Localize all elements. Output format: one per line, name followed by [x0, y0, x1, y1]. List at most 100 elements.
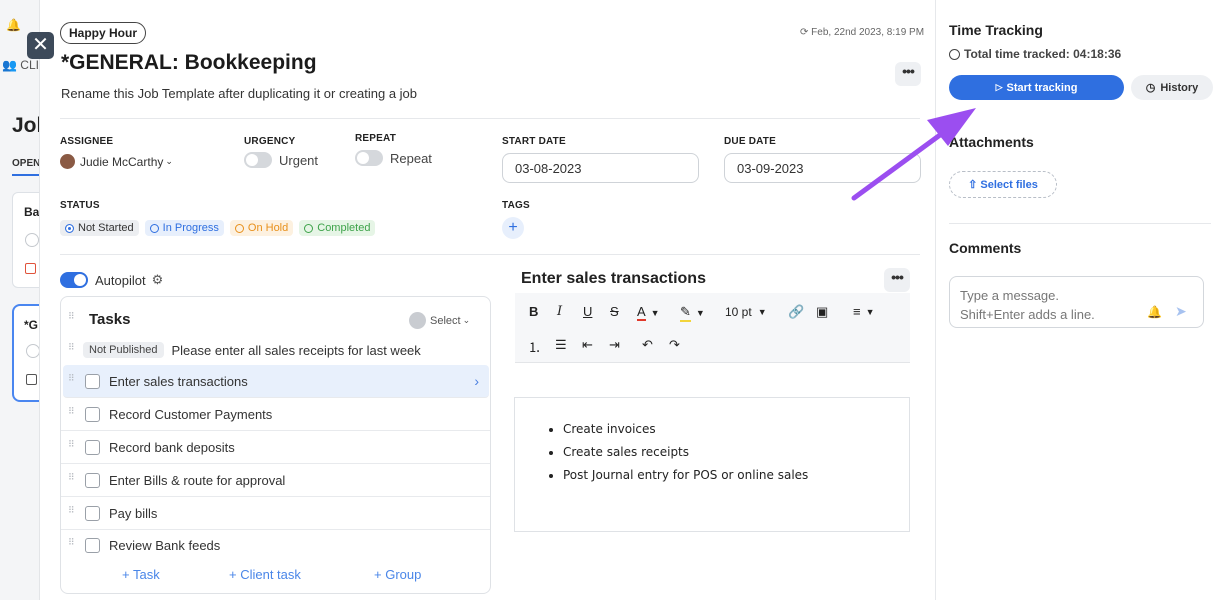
history-button[interactable]: ◷ History — [1131, 75, 1213, 100]
comment-input[interactable]: Type a message. Shift+Enter adds a line.… — [949, 276, 1204, 328]
italic-icon[interactable]: I — [557, 304, 562, 319]
add-group-button[interactable]: + Group — [374, 567, 421, 582]
check-icon[interactable] — [25, 233, 39, 247]
background-app: 🔔 👥 CLI Jol OPEN Ba *G — [0, 0, 40, 600]
autopilot-row: Autopilot ⚙ — [60, 272, 163, 288]
task-checkbox[interactable] — [85, 406, 100, 422]
due-date-input[interactable]: 03-09-2023 — [724, 153, 921, 183]
add-task-button[interactable]: + Task — [122, 567, 160, 582]
undo-icon[interactable]: ↶ — [642, 337, 653, 353]
assignee-dropdown[interactable]: Judie McCarthy ⌄ — [60, 154, 173, 169]
drag-handle-icon[interactable]: ⠿ — [68, 407, 76, 421]
tasks-select-dropdown[interactable]: Select ⌄ — [409, 312, 470, 329]
job-more-button[interactable]: ••• — [895, 62, 921, 86]
bullet-list: Create invoices Create sales receipts Po… — [563, 422, 808, 491]
status-not-started[interactable]: Not Started — [60, 220, 139, 236]
editor-content[interactable]: Create invoices Create sales receipts Po… — [514, 397, 910, 532]
close-icon[interactable]: ✕ — [27, 32, 54, 59]
repeat-toggle-row[interactable]: Repeat — [355, 150, 432, 166]
play-icon: ▷ — [995, 82, 1003, 92]
status-label: STATUS — [60, 200, 100, 211]
autopilot-label: Autopilot — [95, 272, 146, 288]
time-tracking-title: Time Tracking — [949, 22, 1043, 38]
bold-icon[interactable]: B — [529, 304, 538, 319]
status-on-hold[interactable]: On Hold — [229, 220, 294, 236]
clock-icon — [949, 48, 960, 60]
strikethrough-icon[interactable]: S — [610, 304, 619, 319]
task-row[interactable]: ⠿ Enter Bills & route for approval — [61, 464, 490, 497]
task-checkbox[interactable] — [85, 538, 100, 553]
people-icon: 👥 — [2, 58, 17, 72]
editor-title[interactable]: Enter sales transactions — [521, 270, 706, 288]
task-row[interactable]: ⠿ Review Bank feeds — [61, 529, 490, 562]
bullet-list-icon[interactable]: ☰ — [555, 337, 567, 353]
status-completed[interactable]: Completed — [299, 220, 376, 236]
job-card[interactable]: Ba — [12, 192, 39, 288]
drag-handle-icon[interactable]: ⠿ — [68, 312, 76, 326]
comments-title: Comments — [949, 240, 1022, 256]
editor-toolbar: B I U S A ▼ ✎ ▼ 10 pt ▼ 🔗 ▣ ≡ ▼ ⒈ ☰ ⇤ ⇥ ↶ ↷ — [515, 293, 910, 363]
job-card-selected[interactable]: *G — [12, 304, 39, 402]
task-label: Pay bills — [109, 505, 158, 521]
align-icon[interactable]: ≡ ▼ — [853, 304, 875, 319]
add-tag-button[interactable]: + — [502, 217, 524, 239]
editor-more-button[interactable]: ••• — [884, 268, 910, 292]
task-row[interactable]: ⠿ Pay bills — [61, 497, 490, 530]
gear-icon[interactable]: ⚙ — [152, 272, 164, 288]
drag-handle-icon[interactable]: ⠿ — [68, 473, 76, 487]
link-icon[interactable]: 🔗 — [788, 304, 804, 320]
drag-handle-icon[interactable]: ⠿ — [68, 440, 76, 454]
repeat-toggle[interactable] — [355, 150, 383, 166]
divider — [949, 223, 1211, 224]
task-checkbox[interactable] — [85, 373, 100, 389]
text-color-icon[interactable]: A ▼ — [637, 304, 660, 321]
indent-decrease-icon[interactable]: ⇤ — [582, 337, 593, 353]
bell-icon[interactable]: 🔔 — [6, 18, 21, 32]
highlight-icon[interactable]: ✎ ▼ — [680, 304, 705, 322]
underline-icon[interactable]: U — [583, 304, 592, 319]
not-published-row[interactable]: Not Published Please enter all sales rec… — [83, 342, 421, 358]
send-icon[interactable]: ➤ — [1175, 302, 1187, 321]
due-date-label: DUE DATE — [724, 136, 776, 147]
open-tab[interactable]: OPEN — [12, 158, 39, 169]
job-title[interactable]: *GENERAL: Bookkeeping — [61, 51, 317, 75]
client-chip[interactable]: Happy Hour — [60, 22, 147, 44]
numbered-list-icon[interactable]: ⒈ — [528, 337, 541, 356]
task-checkbox[interactable] — [85, 505, 100, 521]
clients-nav-item[interactable]: 👥 CLI — [2, 58, 39, 72]
bell-icon[interactable]: 🔔 — [1147, 303, 1162, 322]
chevron-right-icon[interactable]: › — [474, 373, 479, 389]
task-row[interactable]: ⠿ Enter sales transactions › — [63, 365, 489, 398]
drag-handle-icon[interactable]: ⠿ — [68, 343, 76, 357]
start-tracking-button[interactable]: ▷ Start tracking — [949, 75, 1124, 100]
updated-timestamp: ⟳ Feb, 22nd 2023, 8:19 PM — [800, 27, 925, 38]
refresh-icon: ⟳ — [800, 27, 809, 38]
urgency-toggle-row[interactable]: Urgent — [244, 152, 318, 168]
open-tab-indicator — [12, 174, 39, 176]
task-checkbox[interactable] — [85, 472, 100, 488]
not-published-badge: Not Published — [83, 342, 164, 358]
status-in-progress[interactable]: In Progress — [144, 220, 224, 236]
job-description[interactable]: Rename this Job Template after duplicati… — [61, 86, 417, 101]
task-checkbox[interactable] — [85, 439, 100, 455]
chevron-down-icon: ⌄ — [165, 156, 173, 166]
drag-handle-icon[interactable]: ⠿ — [68, 374, 76, 388]
chevron-down-icon: ⌄ — [462, 315, 471, 325]
repeat-label: REPEAT — [355, 133, 397, 144]
urgency-toggle[interactable] — [244, 152, 272, 168]
font-size-dropdown[interactable]: 10 pt ▼ — [725, 305, 767, 319]
indent-increase-icon[interactable]: ⇥ — [609, 337, 620, 353]
task-row[interactable]: ⠿ Record bank deposits — [61, 431, 490, 464]
redo-icon[interactable]: ↷ — [669, 337, 680, 353]
add-client-task-button[interactable]: + Client task — [229, 567, 301, 582]
status-options: Not Started In Progress On Hold Complete… — [60, 220, 376, 236]
image-icon[interactable]: ▣ — [816, 304, 828, 320]
start-date-input[interactable]: 03-08-2023 — [502, 153, 699, 183]
task-row[interactable]: ⠿ Record Customer Payments — [61, 398, 490, 431]
select-files-button[interactable]: ⇧ Select files — [949, 171, 1057, 198]
drag-handle-icon[interactable]: ⠿ — [68, 538, 76, 552]
tasks-panel: ⠿ Tasks Select ⌄ ⠿ Not Published Please … — [60, 296, 491, 594]
check-icon[interactable] — [26, 344, 39, 358]
drag-handle-icon[interactable]: ⠿ — [68, 506, 76, 520]
autopilot-toggle[interactable] — [60, 272, 88, 288]
